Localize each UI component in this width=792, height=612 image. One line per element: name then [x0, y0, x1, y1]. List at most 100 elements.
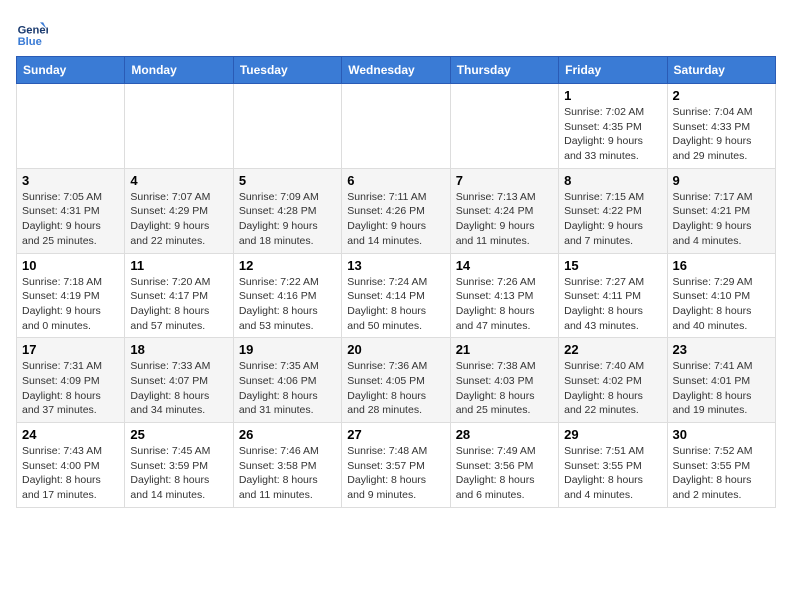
calendar-cell: 6Sunrise: 7:11 AMSunset: 4:26 PMDaylight…: [342, 168, 450, 253]
day-info: Sunrise: 7:20 AMSunset: 4:17 PMDaylight:…: [130, 275, 227, 334]
day-number: 20: [347, 342, 444, 357]
svg-text:General: General: [18, 25, 48, 37]
calendar-cell: 20Sunrise: 7:36 AMSunset: 4:05 PMDayligh…: [342, 338, 450, 423]
day-info: Sunrise: 7:41 AMSunset: 4:01 PMDaylight:…: [673, 359, 770, 418]
day-info: Sunrise: 7:46 AMSunset: 3:58 PMDaylight:…: [239, 444, 336, 503]
calendar-cell: 7 Sunrise: 7:13 AMSunset: 4:24 PMDaylight…: [450, 168, 558, 253]
calendar-table: SundayMondayTuesdayWednesdayThursdayFrid…: [16, 56, 776, 508]
calendar-cell: 2 Sunrise: 7:04 AMSunset: 4:33 PMDaylight…: [667, 84, 775, 169]
calendar-week-row: 10 Sunrise: 7:18 AMSunset: 4:19 PMDayligh…: [17, 253, 776, 338]
calendar-cell: 9 Sunrise: 7:17 AMSunset: 4:21 PMDaylight…: [667, 168, 775, 253]
calendar-cell: 10 Sunrise: 7:18 AMSunset: 4:19 PMDayligh…: [17, 253, 125, 338]
calendar-cell: [233, 84, 341, 169]
day-number: 17: [22, 342, 119, 357]
weekday-header: Monday: [125, 57, 233, 84]
calendar-cell: 28 Sunrise: 7:49 AMSunset: 3:56 PMDayligh…: [450, 423, 558, 508]
day-number: 21: [456, 342, 553, 357]
day-number: 2: [673, 88, 770, 103]
day-number: 22: [564, 342, 661, 357]
day-info: Sunrise: 7:17 AMSunset: 4:21 PMDaylight:…: [673, 190, 770, 249]
calendar-cell: 13Sunrise: 7:24 AMSunset: 4:14 PMDayligh…: [342, 253, 450, 338]
day-number: 28: [456, 427, 553, 442]
day-info: Sunrise: 7:11 AMSunset: 4:26 PMDaylight:…: [347, 190, 444, 249]
page-header: General Blue: [16, 16, 776, 48]
day-number: 10: [22, 258, 119, 273]
calendar-cell: [17, 84, 125, 169]
weekday-header: Sunday: [17, 57, 125, 84]
day-number: 15: [564, 258, 661, 273]
day-info: Sunrise: 7:48 AMSunset: 3:57 PMDaylight:…: [347, 444, 444, 503]
day-info: Sunrise: 7:04 AMSunset: 4:33 PMDaylight:…: [673, 105, 770, 164]
calendar-week-row: 24 Sunrise: 7:43 AMSunset: 4:00 PMDayligh…: [17, 423, 776, 508]
day-info: Sunrise: 7:40 AMSunset: 4:02 PMDaylight:…: [564, 359, 661, 418]
calendar-week-row: 1 Sunrise: 7:02 AMSunset: 4:35 PMDaylight…: [17, 84, 776, 169]
day-info: Sunrise: 7:02 AMSunset: 4:35 PMDaylight:…: [564, 105, 661, 164]
day-number: 24: [22, 427, 119, 442]
day-info: Sunrise: 7:35 AMSunset: 4:06 PMDaylight:…: [239, 359, 336, 418]
day-number: 9: [673, 173, 770, 188]
day-number: 11: [130, 258, 227, 273]
calendar-week-row: 3 Sunrise: 7:05 AMSunset: 4:31 PMDaylight…: [17, 168, 776, 253]
weekday-header: Saturday: [667, 57, 775, 84]
calendar-cell: 29 Sunrise: 7:51 AMSunset: 3:55 PMDayligh…: [559, 423, 667, 508]
day-number: 14: [456, 258, 553, 273]
calendar-cell: 24 Sunrise: 7:43 AMSunset: 4:00 PMDayligh…: [17, 423, 125, 508]
day-info: Sunrise: 7:13 AMSunset: 4:24 PMDaylight:…: [456, 190, 553, 249]
calendar-cell: 12 Sunrise: 7:22 AMSunset: 4:16 PMDayligh…: [233, 253, 341, 338]
day-number: 23: [673, 342, 770, 357]
weekday-header: Wednesday: [342, 57, 450, 84]
day-info: Sunrise: 7:27 AMSunset: 4:11 PMDaylight:…: [564, 275, 661, 334]
day-info: Sunrise: 7:05 AMSunset: 4:31 PMDaylight:…: [22, 190, 119, 249]
day-number: 29: [564, 427, 661, 442]
day-info: Sunrise: 7:18 AMSunset: 4:19 PMDaylight:…: [22, 275, 119, 334]
day-number: 8: [564, 173, 661, 188]
weekday-header: Friday: [559, 57, 667, 84]
day-info: Sunrise: 7:49 AMSunset: 3:56 PMDaylight:…: [456, 444, 553, 503]
calendar-cell: [450, 84, 558, 169]
day-info: Sunrise: 7:15 AMSunset: 4:22 PMDaylight:…: [564, 190, 661, 249]
day-info: Sunrise: 7:38 AMSunset: 4:03 PMDaylight:…: [456, 359, 553, 418]
logo: General Blue: [16, 16, 52, 48]
day-info: Sunrise: 7:51 AMSunset: 3:55 PMDaylight:…: [564, 444, 661, 503]
calendar-header-row: SundayMondayTuesdayWednesdayThursdayFrid…: [17, 57, 776, 84]
day-number: 7: [456, 173, 553, 188]
calendar-cell: 22 Sunrise: 7:40 AMSunset: 4:02 PMDayligh…: [559, 338, 667, 423]
day-info: Sunrise: 7:31 AMSunset: 4:09 PMDaylight:…: [22, 359, 119, 418]
calendar-cell: 19Sunrise: 7:35 AMSunset: 4:06 PMDayligh…: [233, 338, 341, 423]
day-info: Sunrise: 7:45 AMSunset: 3:59 PMDaylight:…: [130, 444, 227, 503]
calendar-cell: 8 Sunrise: 7:15 AMSunset: 4:22 PMDaylight…: [559, 168, 667, 253]
calendar-cell: [342, 84, 450, 169]
calendar-cell: 5Sunrise: 7:09 AMSunset: 4:28 PMDaylight…: [233, 168, 341, 253]
day-number: 1: [564, 88, 661, 103]
calendar-cell: 16Sunrise: 7:29 AMSunset: 4:10 PMDayligh…: [667, 253, 775, 338]
day-number: 18: [130, 342, 227, 357]
calendar-cell: 1 Sunrise: 7:02 AMSunset: 4:35 PMDaylight…: [559, 84, 667, 169]
day-number: 5: [239, 173, 336, 188]
calendar-cell: 25 Sunrise: 7:45 AMSunset: 3:59 PMDayligh…: [125, 423, 233, 508]
calendar-cell: 30Sunrise: 7:52 AMSunset: 3:55 PMDayligh…: [667, 423, 775, 508]
day-info: Sunrise: 7:43 AMSunset: 4:00 PMDaylight:…: [22, 444, 119, 503]
calendar-week-row: 17 Sunrise: 7:31 AMSunset: 4:09 PMDayligh…: [17, 338, 776, 423]
day-number: 25: [130, 427, 227, 442]
day-number: 12: [239, 258, 336, 273]
calendar-cell: 21 Sunrise: 7:38 AMSunset: 4:03 PMDayligh…: [450, 338, 558, 423]
day-number: 26: [239, 427, 336, 442]
logo-icon: General Blue: [16, 16, 48, 48]
weekday-header: Tuesday: [233, 57, 341, 84]
day-number: 3: [22, 173, 119, 188]
svg-text:Blue: Blue: [18, 36, 42, 48]
day-info: Sunrise: 7:33 AMSunset: 4:07 PMDaylight:…: [130, 359, 227, 418]
day-info: Sunrise: 7:22 AMSunset: 4:16 PMDaylight:…: [239, 275, 336, 334]
calendar-cell: 26 Sunrise: 7:46 AMSunset: 3:58 PMDayligh…: [233, 423, 341, 508]
calendar-cell: 18 Sunrise: 7:33 AMSunset: 4:07 PMDayligh…: [125, 338, 233, 423]
weekday-header: Thursday: [450, 57, 558, 84]
calendar-cell: [125, 84, 233, 169]
day-info: Sunrise: 7:29 AMSunset: 4:10 PMDaylight:…: [673, 275, 770, 334]
day-number: 4: [130, 173, 227, 188]
calendar-cell: 23 Sunrise: 7:41 AMSunset: 4:01 PMDayligh…: [667, 338, 775, 423]
calendar-cell: 4 Sunrise: 7:07 AMSunset: 4:29 PMDaylight…: [125, 168, 233, 253]
day-info: Sunrise: 7:07 AMSunset: 4:29 PMDaylight:…: [130, 190, 227, 249]
day-info: Sunrise: 7:24 AMSunset: 4:14 PMDaylight:…: [347, 275, 444, 334]
day-info: Sunrise: 7:52 AMSunset: 3:55 PMDaylight:…: [673, 444, 770, 503]
calendar-cell: 17 Sunrise: 7:31 AMSunset: 4:09 PMDayligh…: [17, 338, 125, 423]
